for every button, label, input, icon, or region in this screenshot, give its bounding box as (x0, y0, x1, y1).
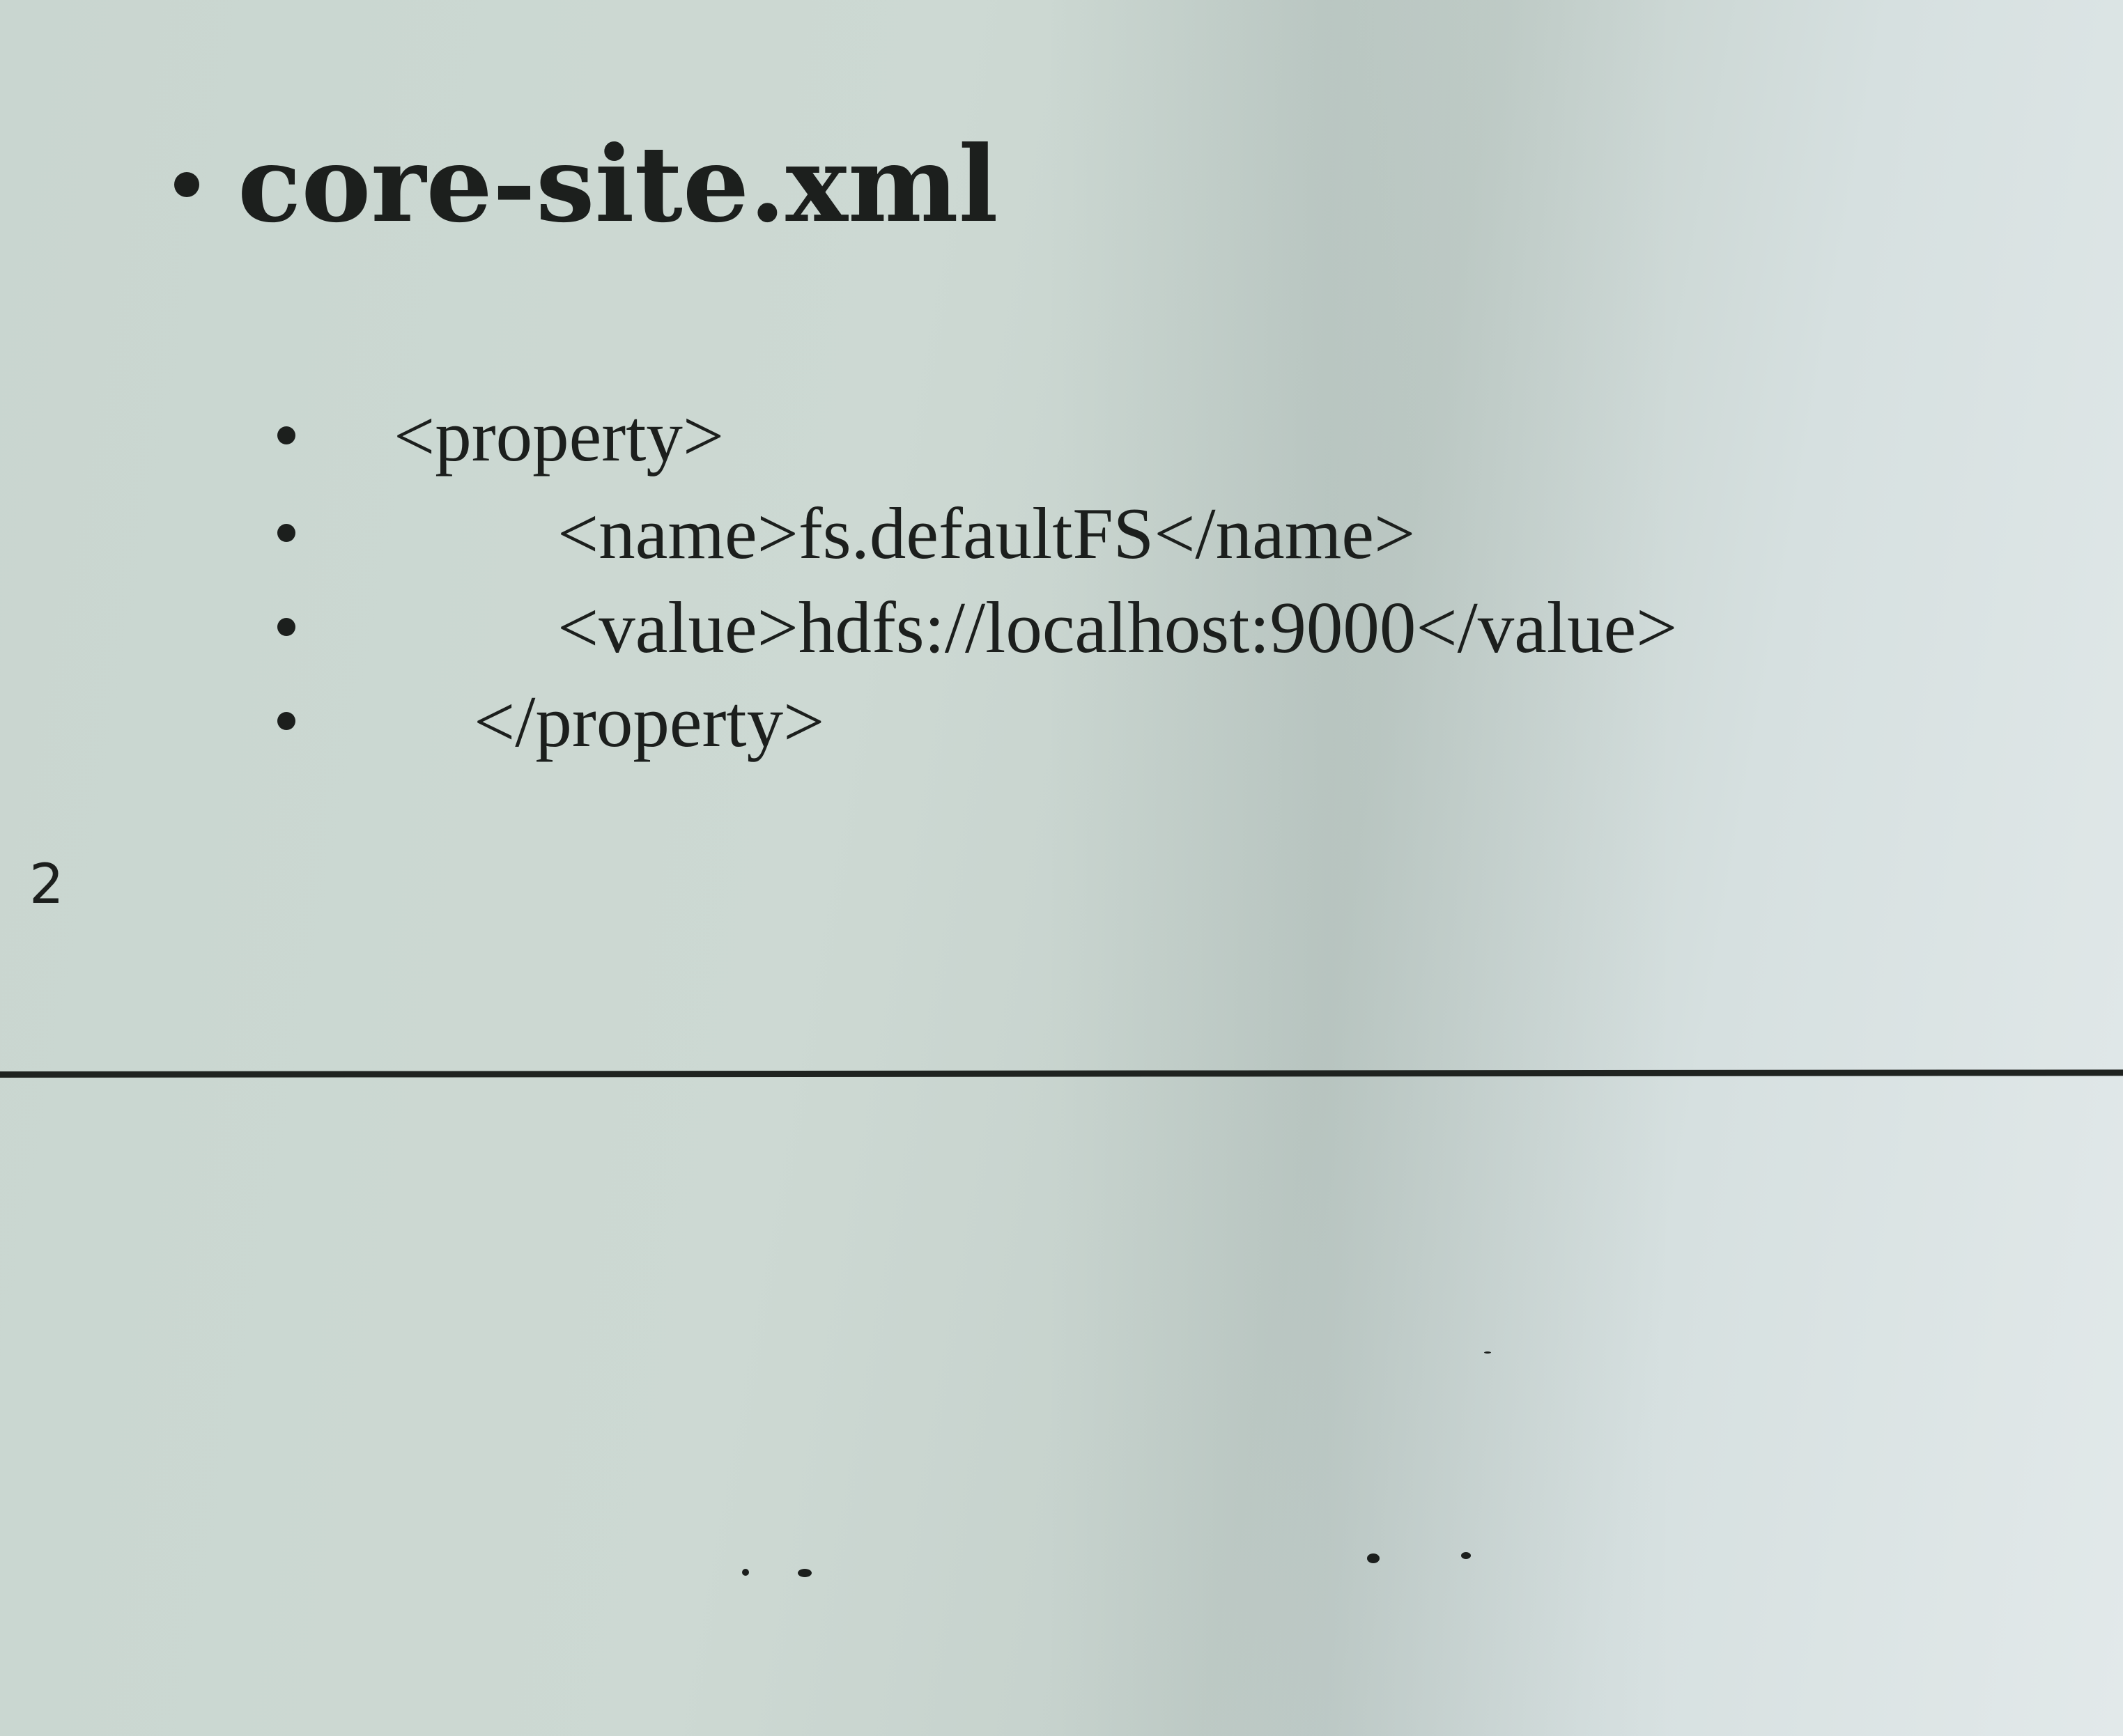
bullet-icon (277, 618, 295, 636)
ink-speck (1367, 1553, 1380, 1563)
code-line-property-open: <property> (394, 394, 725, 476)
ink-speck (798, 1569, 812, 1577)
ink-speck (1461, 1552, 1471, 1559)
bullet-icon (277, 426, 295, 444)
page-shadow (1045, 0, 1672, 1736)
bullet-icon (277, 524, 295, 542)
page-number: 2 (29, 853, 64, 916)
horizontal-divider (0, 1069, 2123, 1078)
page-heading: core-site.xml (238, 123, 998, 246)
bullet-icon (277, 712, 295, 730)
ink-speck (742, 1569, 749, 1576)
heading-row: core-site.xml (174, 132, 998, 237)
ink-speck (1484, 1351, 1491, 1354)
bullet-icon (174, 172, 199, 197)
code-line-value: <value>hdfs://localhost:9000</value> (557, 586, 1678, 668)
code-line-name: <name>fs.defaultFS</name> (557, 492, 1416, 574)
document-page: core-site.xml <property> <name>fs.defaul… (0, 0, 2123, 1736)
code-line-property-close: </property> (474, 680, 825, 762)
